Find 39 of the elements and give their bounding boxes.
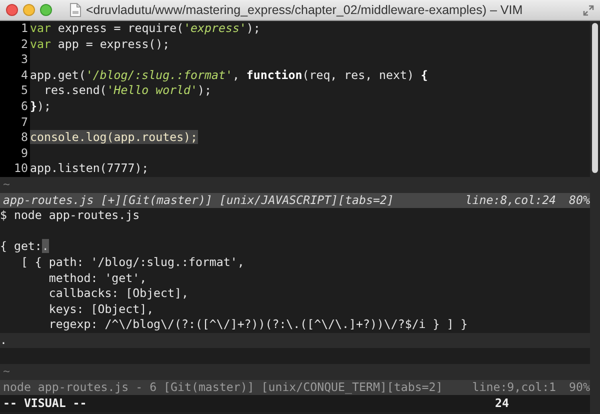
line-number: 1 (0, 21, 30, 37)
line-number: 8 (0, 130, 30, 146)
scrollbar-thumb[interactable] (592, 23, 598, 173)
code-line: var express = require('express'); (30, 21, 262, 37)
status-file: node app-routes.js - 6 [Git(master)] [unix/CONQUE_TERM][tabs=2] (3, 380, 444, 396)
line-number: 2 (0, 36, 30, 52)
close-button[interactable] (6, 4, 18, 16)
terminal-line: [ { path: '/blog/:slug.:format', (20, 254, 246, 270)
line-number: 4 (0, 68, 30, 84)
window-title: <druvladutu/www/mastering_express/chapter_02/middleware-examples) – VIM (86, 3, 524, 17)
terminal-line: callbacks: [Object], (48, 286, 190, 302)
line-number: 5 (0, 83, 30, 99)
status-position: line:9,col:1 (472, 380, 556, 396)
fullscreen-icon[interactable] (583, 4, 594, 16)
selection-count: 24 (495, 395, 510, 412)
minimize-button[interactable] (23, 4, 35, 16)
status-file: app-routes.js [+][Git(master)] [unix/JAVASCRIPT][tabs=2] (3, 192, 395, 208)
code-line: app.get('/blog/:slug.:format', function(req, res, next) { (30, 68, 429, 84)
status-percent: 80% (569, 192, 590, 208)
line-number: 7 (0, 114, 30, 130)
terminal-line: method: 'get', (48, 270, 148, 286)
status-percent: 90% (569, 380, 590, 396)
line-number: 6 (0, 98, 30, 115)
code-line: res.send('Hello world'); (42, 83, 212, 99)
document-icon (70, 3, 81, 17)
line-number: 3 (0, 52, 30, 68)
terminal-line: regexp: /^\/blog\/(?:([^\/]+?))(?:\.([^\/\.]+?))\/?$/i } ] } (48, 317, 469, 333)
line-number: 9 (0, 146, 30, 162)
code-line: app.listen(7777); (30, 161, 150, 177)
terminal-line: { get:. (0, 239, 50, 255)
code-line: }); (30, 98, 52, 115)
status-position: line:8,col:24 (465, 192, 556, 208)
line-number: 10 (0, 161, 30, 177)
code-line: var app = express(); (30, 36, 171, 52)
terminal-line: $ node app-routes.js (0, 208, 141, 224)
scrollbar[interactable] (590, 21, 600, 414)
terminal-line: keys: [Object], (48, 302, 155, 318)
zoom-button[interactable] (40, 4, 52, 16)
mode-indicator: -- VISUAL -- (3, 395, 88, 412)
